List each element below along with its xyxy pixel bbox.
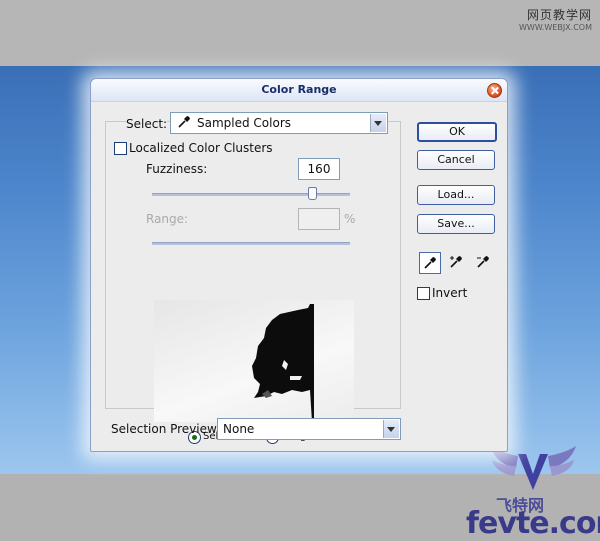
main-group: Select: Sampled Colors Localized Color C… — [105, 112, 401, 444]
close-button[interactable] — [487, 83, 502, 98]
dialog-title: Color Range — [261, 83, 337, 96]
chevron-down-icon[interactable] — [383, 420, 399, 438]
eyedropper-minus-icon — [477, 256, 489, 268]
select-dropdown[interactable]: Sampled Colors — [170, 112, 388, 134]
range-unit: % — [344, 212, 356, 226]
watermark-top: 网页教学网 WWW.WEBJX.COM — [519, 6, 592, 32]
watermark-bottom: 飞特网 fevte.com — [466, 440, 600, 541]
eyedropper-icon — [424, 257, 436, 269]
eyedropper-plus-icon — [450, 256, 462, 268]
range-slider-track[interactable] — [152, 242, 350, 245]
selection-preview-image — [154, 300, 354, 422]
watermark-top-line1: 网页教学网 — [526, 8, 592, 22]
selection-preview-value: None — [223, 422, 255, 436]
cancel-button[interactable]: Cancel — [417, 150, 495, 170]
invert-checkbox[interactable] — [417, 287, 430, 300]
watermark-en: fevte.com — [466, 506, 600, 541]
add-to-sample-tool[interactable] — [446, 252, 466, 272]
localized-checkbox[interactable] — [114, 142, 127, 155]
invert-label: Invert — [432, 286, 468, 300]
fuzziness-slider-thumb[interactable] — [308, 187, 317, 200]
range-label: Range: — [146, 212, 189, 226]
eyedropper-tool[interactable] — [419, 252, 441, 274]
fuzziness-label: Fuzziness: — [146, 162, 208, 176]
preview-silhouette — [252, 304, 314, 422]
load-button[interactable]: Load... — [417, 185, 495, 205]
selection-preview-dropdown[interactable]: None — [217, 418, 401, 440]
watermark-top-line2: WWW.WEBJX.COM — [519, 23, 592, 32]
range-input[interactable] — [298, 208, 340, 230]
selection-preview-label: Selection Preview: — [111, 422, 221, 436]
background-top — [0, 0, 600, 66]
select-label: Select: — [126, 117, 168, 131]
chevron-down-icon[interactable] — [370, 114, 386, 132]
eyedropper-icon — [178, 116, 190, 128]
color-range-dialog: Color Range Select: Sampled Colors Local… — [90, 78, 508, 452]
ok-button[interactable]: OK — [417, 122, 497, 142]
fuzziness-slider-track[interactable] — [152, 193, 350, 196]
localized-label: Localized Color Clusters — [129, 141, 273, 155]
select-value: Sampled Colors — [197, 116, 292, 130]
subtract-from-sample-tool[interactable] — [473, 252, 493, 272]
fuzziness-input[interactable]: 160 — [298, 158, 340, 180]
save-button[interactable]: Save... — [417, 214, 495, 234]
title-bar[interactable]: Color Range — [91, 79, 507, 102]
